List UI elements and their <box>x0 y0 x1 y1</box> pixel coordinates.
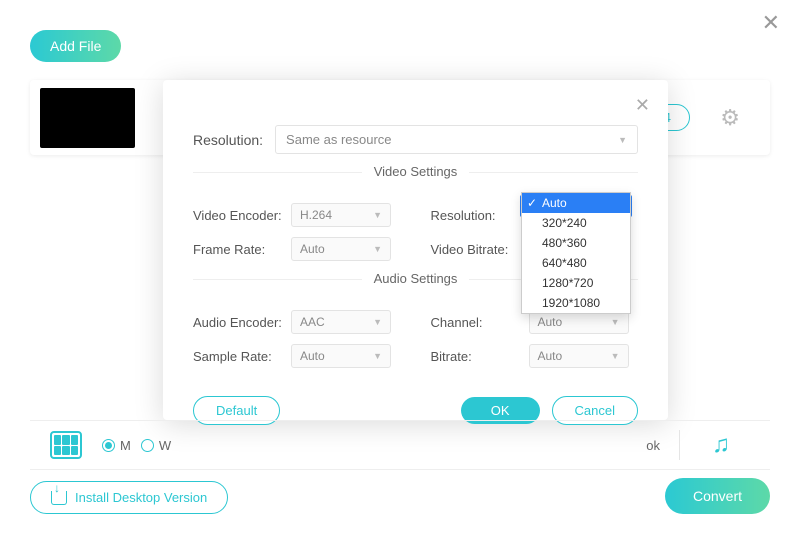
resolution-main-value: Same as resource <box>286 132 392 147</box>
gear-icon[interactable]: ⚙ <box>720 105 740 131</box>
resolution-option[interactable]: Auto <box>522 193 630 213</box>
resolution-option[interactable]: 1920*1080 <box>522 293 630 313</box>
resolution-label: Resolution: <box>193 132 263 148</box>
video-encoder-label: Video Encoder: <box>193 208 283 223</box>
convert-button[interactable]: Convert <box>665 478 770 514</box>
sample-rate-select[interactable]: Auto ▼ <box>291 344 391 368</box>
chevron-down-icon: ▼ <box>373 210 382 220</box>
radio-label-1: M <box>120 438 131 453</box>
audio-section-title: Audio Settings <box>362 271 470 286</box>
chevron-down-icon: ▼ <box>373 351 382 361</box>
video-thumbnail[interactable] <box>40 88 135 148</box>
audio-bitrate-value: Auto <box>538 349 563 363</box>
radio-checked-icon <box>102 439 115 452</box>
chevron-down-icon: ▼ <box>373 244 382 254</box>
audio-encoder-value: AAC <box>300 315 325 329</box>
radio-label-2: W <box>159 438 171 453</box>
frame-rate-value: Auto <box>300 242 325 256</box>
music-icon[interactable]: ♫ <box>712 431 730 459</box>
video-grid-icon[interactable] <box>50 431 82 459</box>
chevron-down-icon: ▼ <box>611 351 620 361</box>
resolution-option[interactable]: 480*360 <box>522 233 630 253</box>
audio-encoder-select[interactable]: AAC ▼ <box>291 310 391 334</box>
format-radio-2[interactable]: W <box>141 438 171 453</box>
video-bitrate-label: Video Bitrate: <box>431 242 521 257</box>
chevron-down-icon: ▼ <box>373 317 382 327</box>
install-desktop-button[interactable]: Install Desktop Version <box>30 481 228 514</box>
sample-rate-value: Auto <box>300 349 325 363</box>
chevron-down-icon: ▼ <box>611 317 620 327</box>
channel-value: Auto <box>538 315 563 329</box>
audio-encoder-label: Audio Encoder: <box>193 315 283 330</box>
video-resolution-label: Resolution: <box>431 208 521 223</box>
video-section-divider: Video Settings <box>193 172 638 191</box>
resolution-option[interactable]: 320*240 <box>522 213 630 233</box>
frame-rate-select[interactable]: Auto ▼ <box>291 237 391 261</box>
video-encoder-select[interactable]: H.264 ▼ <box>291 203 391 227</box>
close-icon[interactable]: ✕ <box>762 10 780 36</box>
install-label: Install Desktop Version <box>75 490 207 505</box>
format-radio-1[interactable]: M <box>102 438 131 453</box>
chevron-down-icon: ▼ <box>618 135 627 145</box>
frame-rate-label: Frame Rate: <box>193 242 283 257</box>
resolution-dropdown[interactable]: Auto320*240480*360640*4801280*7201920*10… <box>521 192 631 314</box>
video-encoder-value: H.264 <box>300 208 332 222</box>
sample-rate-label: Sample Rate: <box>193 349 283 364</box>
partial-text: ok <box>646 438 660 453</box>
tab-divider <box>679 430 680 460</box>
radio-unchecked-icon <box>141 439 154 452</box>
add-file-button[interactable]: Add File <box>30 30 121 62</box>
video-section-title: Video Settings <box>362 164 470 179</box>
format-tabs: M W ok ♫ <box>30 420 770 470</box>
audio-bitrate-label: Bitrate: <box>431 349 521 364</box>
download-icon <box>51 491 67 505</box>
resolution-option[interactable]: 1280*720 <box>522 273 630 293</box>
resolution-main-select[interactable]: Same as resource ▼ <box>275 125 638 154</box>
channel-label: Channel: <box>431 315 521 330</box>
modal-close-icon[interactable]: ✕ <box>635 95 650 116</box>
audio-bitrate-select[interactable]: Auto ▼ <box>529 344 629 368</box>
resolution-option[interactable]: 640*480 <box>522 253 630 273</box>
